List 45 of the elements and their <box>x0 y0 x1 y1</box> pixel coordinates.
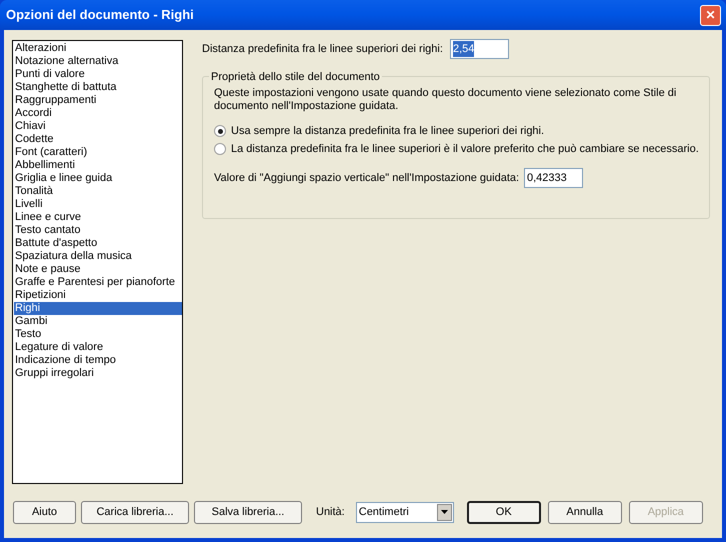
radio-option[interactable]: La distanza predefinita fra le linee superiori è il valore preferito che può cambiare se necessario. <box>214 142 701 156</box>
category-item[interactable]: Indicazione di tempo <box>14 354 182 367</box>
footer-button[interactable]: Aiuto <box>13 500 76 524</box>
category-item[interactable]: Graffe e Parentesi per pianoforte <box>14 276 182 289</box>
category-item[interactable]: Chiavi <box>14 120 182 133</box>
category-item[interactable]: Testo <box>14 328 182 341</box>
spacing-field[interactable]: 0,42333 <box>524 168 583 188</box>
radio-button[interactable] <box>214 143 226 155</box>
category-item[interactable]: Note e pause <box>14 263 182 276</box>
category-item[interactable]: Stanghette di battuta <box>14 81 182 94</box>
category-item[interactable]: Raggruppamenti <box>14 94 182 107</box>
distance-label: Distanza predefinita fra le linee superiori dei righi: <box>202 42 444 57</box>
category-item[interactable]: Linee e curve <box>14 211 182 224</box>
radio-button[interactable] <box>214 125 226 137</box>
dialog-button[interactable]: Annulla <box>548 500 622 524</box>
units-label: Unità: <box>316 504 345 520</box>
category-item[interactable]: Font (caratteri) <box>14 146 182 159</box>
distance-field[interactable]: 2,54 <box>450 39 509 59</box>
radio-option[interactable]: Usa sempre la distanza predefinita fra le linee superiori dei righi. <box>214 124 701 138</box>
group-description: Queste impostazioni vengono usate quando questo documento viene selezionato come Stile di documento nell'Impostazione guidata. <box>214 87 678 113</box>
category-item[interactable]: Accordi <box>14 107 182 120</box>
dialog-button[interactable]: OK <box>466 500 541 524</box>
window-title: Opzioni del documento - Righi <box>6 6 194 24</box>
category-item[interactable]: Punti di valore <box>14 68 182 81</box>
category-item[interactable]: Abbellimenti <box>14 159 182 172</box>
group-title: Proprietà dello stile del documento <box>209 69 382 86</box>
close-button[interactable]: ✕ <box>700 4 721 26</box>
category-item[interactable]: Battute d'aspetto <box>14 237 182 250</box>
category-item[interactable]: Ripetizioni <box>14 289 182 302</box>
category-item[interactable]: Livelli <box>14 198 182 211</box>
category-item[interactable]: Notazione alternativa <box>14 55 182 68</box>
category-item[interactable]: Testo cantato <box>14 224 182 237</box>
category-item[interactable]: Codette <box>14 133 182 146</box>
category-item[interactable]: Gambi <box>14 315 182 328</box>
footer-button[interactable]: Carica libreria... <box>81 500 189 524</box>
category-item[interactable]: Gruppi irregolari <box>14 367 182 380</box>
category-item[interactable]: Legature di valore <box>14 341 182 354</box>
category-item[interactable]: Griglia e linee guida <box>14 172 182 185</box>
spacing-label: Valore di "Aggiungi spazio verticale" nell'Impostazione guidata: <box>214 170 520 186</box>
units-dropdown[interactable]: Centimetri <box>356 502 454 522</box>
category-item[interactable]: Righi <box>14 302 182 315</box>
category-item[interactable]: Spaziatura della musica <box>14 250 182 263</box>
category-item[interactable]: Tonalità <box>14 185 182 198</box>
category-item[interactable]: Alterazioni <box>14 42 182 55</box>
footer-button[interactable]: Salva libreria... <box>194 500 302 524</box>
